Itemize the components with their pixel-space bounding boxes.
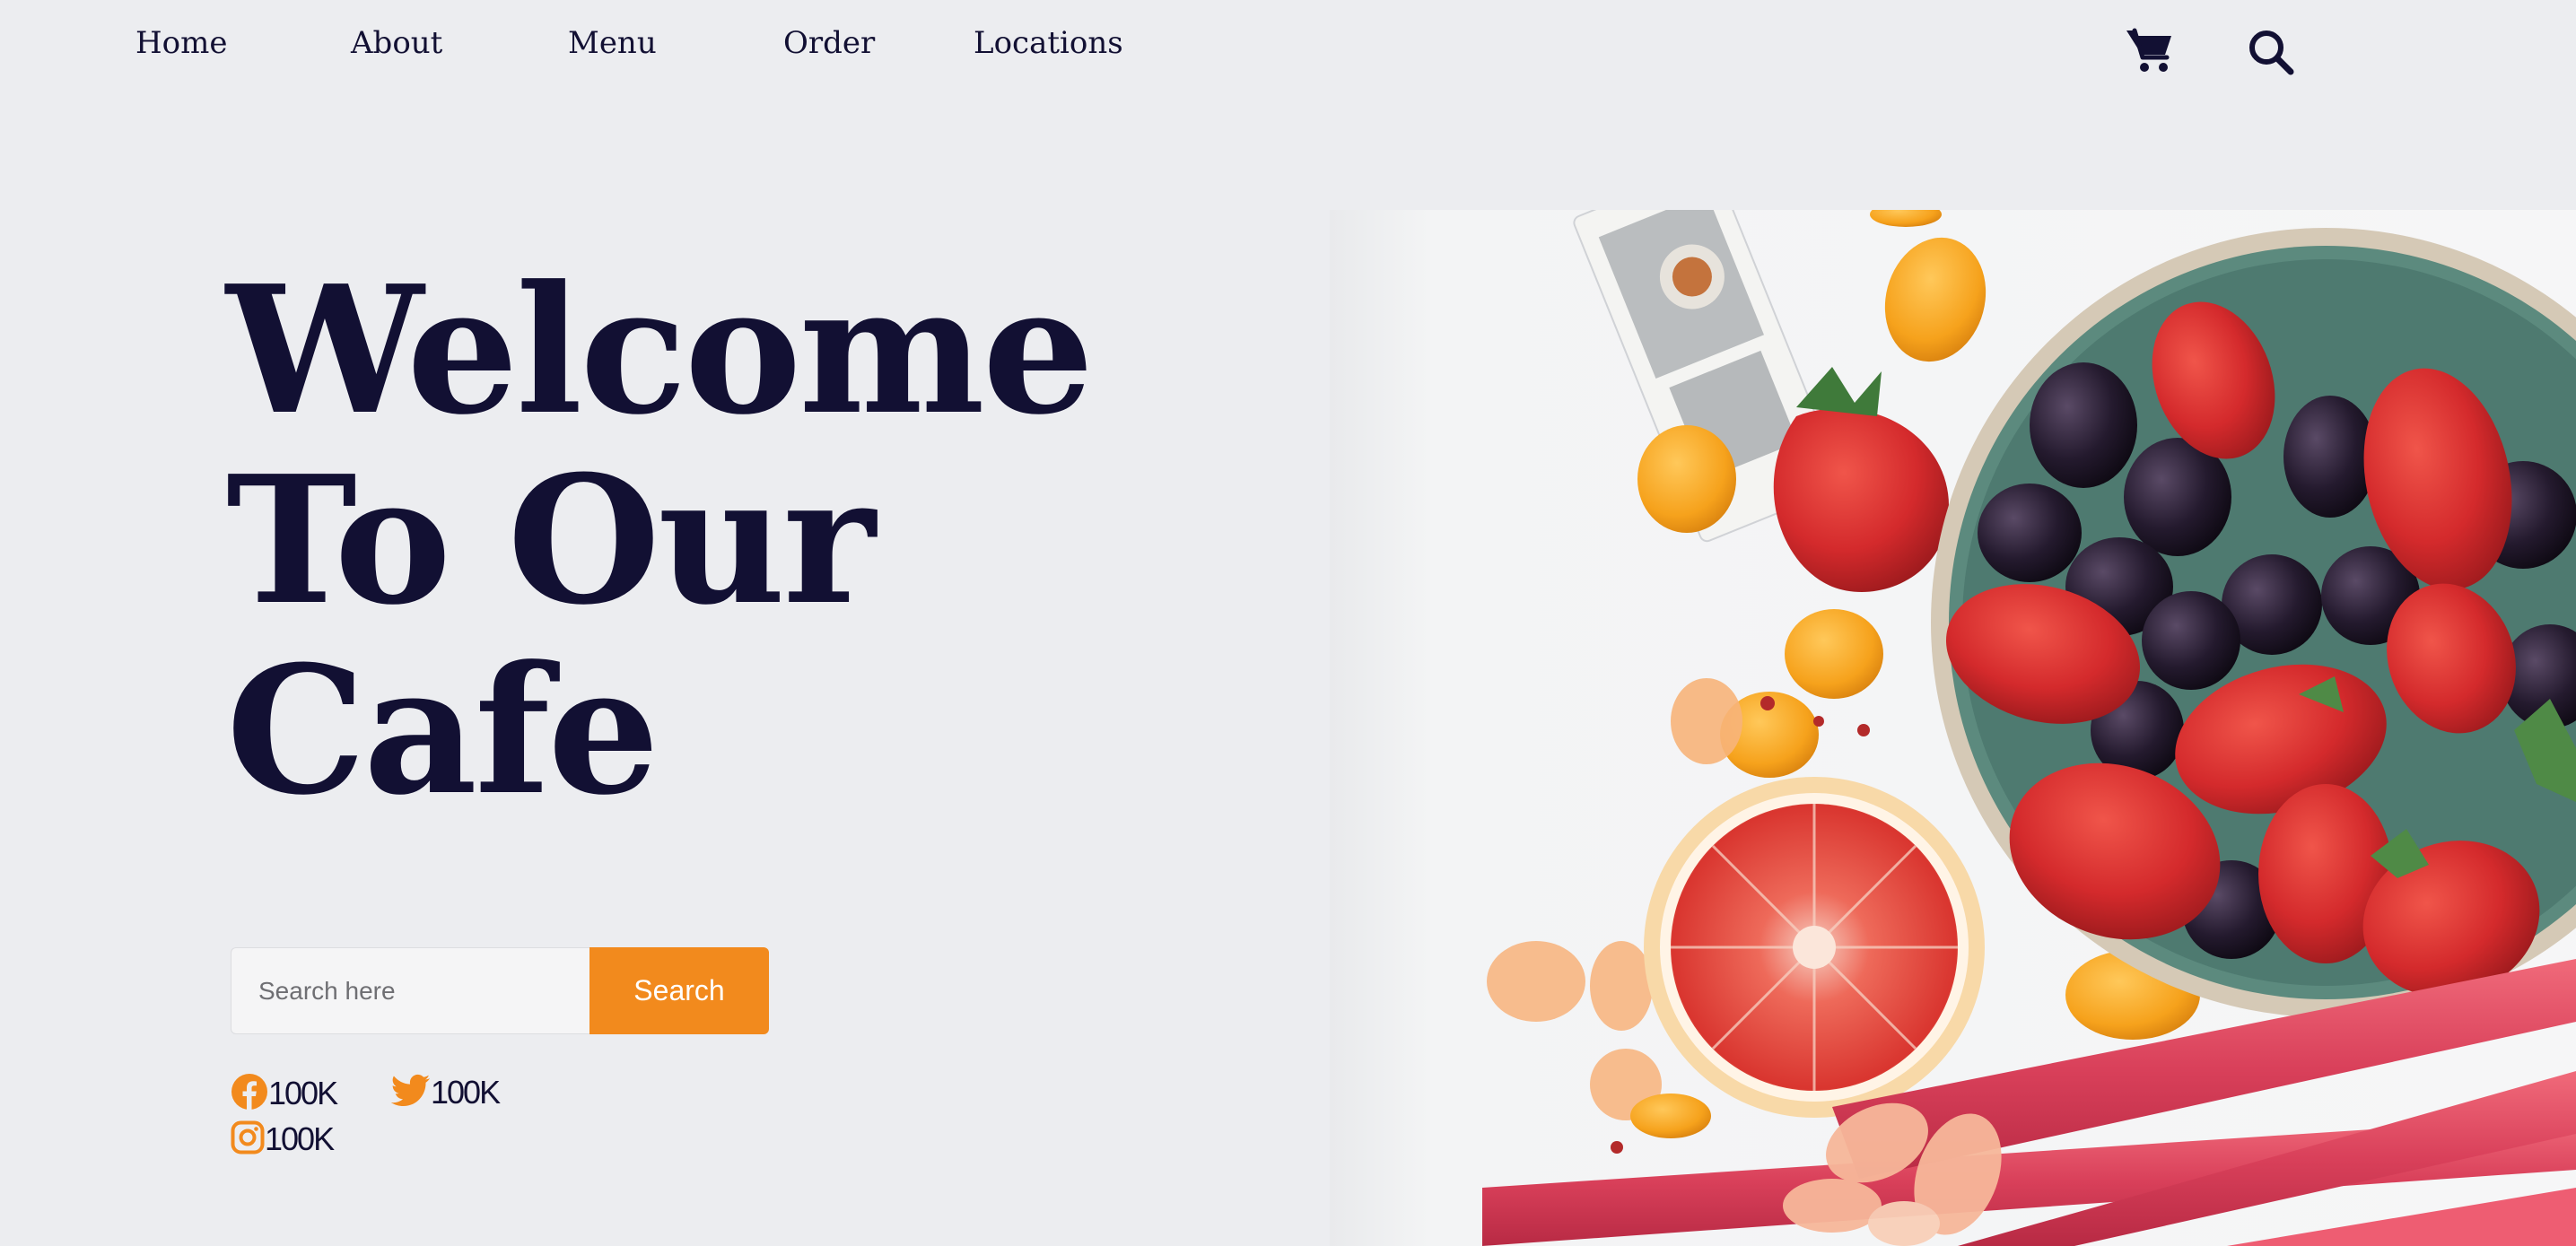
facebook-icon (231, 1073, 268, 1114)
instagram-count: 100K (265, 1120, 335, 1157)
nav-link-locations[interactable]: Locations (974, 25, 1123, 61)
nav-link-menu[interactable]: Menu (568, 25, 657, 61)
cart-icon[interactable] (2125, 27, 2175, 77)
nav-link-home[interactable]: Home (135, 25, 227, 61)
search-button[interactable]: Search (589, 947, 769, 1034)
facebook-count: 100K (268, 1075, 338, 1111)
twitter-count: 100K (431, 1074, 501, 1111)
headline-line-3: Cafe (226, 628, 659, 834)
twitter-icon (390, 1073, 431, 1112)
social-instagram[interactable]: 100K (231, 1120, 335, 1158)
top-nav: Home About Menu Order Locations (0, 0, 2576, 99)
headline-line-2: To Our (226, 438, 876, 644)
hero-headline: Welcome To Our Cafe (226, 248, 1094, 834)
nav-link-order[interactable]: Order (783, 25, 875, 61)
fruit-bowl-photo (1330, 210, 2576, 1246)
social-facebook[interactable]: 100K (231, 1073, 338, 1114)
social-twitter[interactable]: 100K (390, 1073, 501, 1112)
search-input[interactable] (231, 947, 589, 1034)
instagram-icon (231, 1120, 265, 1158)
headline-line-1: Welcome (226, 248, 1094, 454)
search-icon[interactable] (2248, 29, 2294, 79)
nav-link-about[interactable]: About (351, 25, 442, 61)
